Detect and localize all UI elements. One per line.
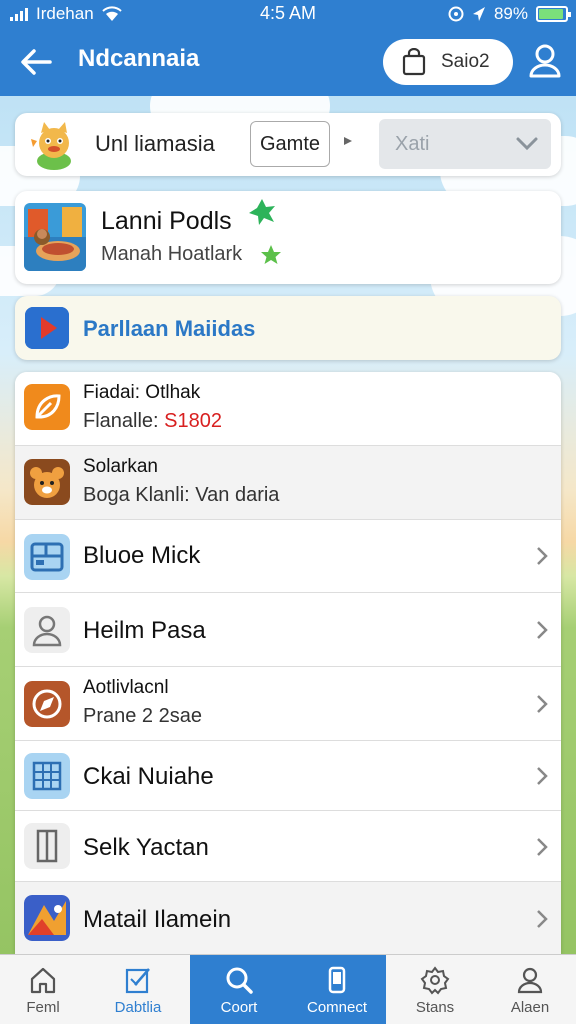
settings-list: Fiadai: Otlhak Flanalle: S1802 Solarkan …	[15, 372, 561, 954]
nav-settings[interactable]: Stans	[386, 955, 484, 1024]
item-line2: Boga Klanli: Van daria	[83, 484, 280, 506]
list-item-solarkan[interactable]: Solarkan Boga Klanli: Van daria	[15, 446, 561, 520]
nav-home[interactable]: Feml	[0, 955, 86, 1024]
leaf-icon	[24, 384, 70, 430]
item-line1: Solarkan	[83, 456, 158, 477]
app-bar: Ndcannaia Saio2	[0, 30, 576, 94]
list-item-selk-yactan[interactable]: Selk Yactan	[15, 811, 561, 882]
battery-icon	[536, 6, 571, 22]
feature-title: Lanni Podls	[101, 207, 232, 235]
filter-label: Unl liamasia	[95, 131, 215, 156]
bottom-navigation: Feml Dabtlia Coort Comnect Stans Alaen	[0, 954, 576, 1024]
item-label: Bluoe Mick	[83, 542, 201, 569]
door-icon	[24, 823, 70, 869]
list-item-matail-ilamein[interactable]: Matail Ilamein	[15, 882, 561, 954]
chevron-right-icon	[537, 838, 548, 856]
edit-icon	[125, 968, 150, 994]
select-value: Xati	[395, 132, 430, 155]
list-item-heilm-pasa[interactable]: Heilm Pasa	[15, 593, 561, 667]
play-icon	[25, 307, 69, 349]
search-icon	[226, 967, 253, 994]
promo-label: Parllaan Maiidas	[83, 316, 256, 341]
item-line1: Aotlivlacnl	[83, 677, 169, 698]
feature-card[interactable]: Lanni Podls Manah Hoatlark	[15, 191, 561, 284]
nav-label: Dabtlia	[114, 999, 162, 1016]
alarm-icon	[448, 6, 464, 22]
list-item-fiadai[interactable]: Fiadai: Otlhak Flanalle: S1802	[15, 372, 561, 446]
chevron-right-icon	[537, 547, 548, 565]
user-icon	[24, 607, 70, 653]
category-select[interactable]: Xati	[379, 119, 551, 169]
item-line2: Flanalle: S1802	[83, 410, 222, 432]
status-bar: Irdehan 4:5 AM 89%	[0, 0, 576, 28]
profile-icon	[517, 967, 543, 994]
back-arrow-icon[interactable]	[14, 40, 58, 84]
game-thumbnail	[24, 203, 86, 271]
item-label: Ckai Nuiahe	[83, 763, 214, 790]
chevron-right-icon	[537, 695, 548, 713]
nav-connect[interactable]: Comnect	[288, 955, 386, 1024]
list-item-bluoe-mick[interactable]: Bluoe Mick	[15, 520, 561, 593]
check-chevron-icon	[516, 137, 538, 151]
chevron-right-icon	[537, 621, 548, 639]
list-item-ckai-nuiahe[interactable]: Ckai Nuiahe	[15, 741, 561, 811]
nav-search[interactable]: Coort	[190, 955, 288, 1024]
home-icon	[30, 967, 56, 994]
calculator-icon	[24, 753, 70, 799]
nav-label: Feml	[26, 999, 60, 1016]
item-label: Selk Yactan	[83, 834, 209, 861]
compass-icon	[24, 681, 70, 727]
account-icon[interactable]	[522, 38, 568, 84]
game-art-icon	[24, 895, 70, 941]
phone-icon	[328, 966, 346, 994]
item-label: Matail Ilamein	[83, 906, 232, 933]
nav-profile[interactable]: Alaen	[484, 955, 576, 1024]
arrow-right-icon	[344, 137, 352, 145]
filter-row: Unl liamasia Gamte Xati	[15, 113, 561, 176]
chevron-right-icon	[537, 767, 548, 785]
chevron-right-icon	[537, 910, 548, 928]
mascot-icon	[31, 122, 71, 170]
top-bar: Irdehan 4:5 AM 89% Ndcannaia Saio2	[0, 0, 576, 96]
game-button[interactable]: Gamte	[250, 121, 330, 167]
nav-label: Comnect	[306, 999, 368, 1016]
item-value-red: S1802	[164, 410, 222, 432]
battery-percent: 89%	[493, 4, 528, 23]
location-arrow-icon	[472, 7, 485, 21]
leaf-badge-icon	[249, 199, 275, 225]
nav-dabtlia[interactable]: Dabtlia	[86, 955, 190, 1024]
shopping-bag-icon	[402, 48, 426, 76]
gear-icon	[420, 966, 450, 995]
feature-subtitle: Manah Hoatlark	[101, 243, 243, 265]
nav-label: Coort	[220, 999, 258, 1016]
nav-label: Stans	[415, 999, 455, 1016]
star-icon	[261, 245, 281, 264]
nav-label: Alaen	[510, 999, 550, 1016]
item-line2: Prane 2 2sae	[83, 705, 202, 727]
list-item-aotlivlacnl[interactable]: Aotlivlacnl Prane 2 2sae	[15, 667, 561, 741]
item-line1: Fiadai: Otlhak	[83, 382, 201, 403]
promo-row[interactable]: Parllaan Maiidas	[15, 296, 561, 360]
bag-pill-label: Saio2	[441, 51, 490, 72]
dashboard-icon	[24, 534, 70, 580]
bag-pill-button[interactable]: Saio2	[383, 39, 513, 85]
page-title: Ndcannaia	[78, 45, 200, 72]
item-label: Heilm Pasa	[83, 617, 206, 644]
bear-icon	[24, 459, 70, 505]
